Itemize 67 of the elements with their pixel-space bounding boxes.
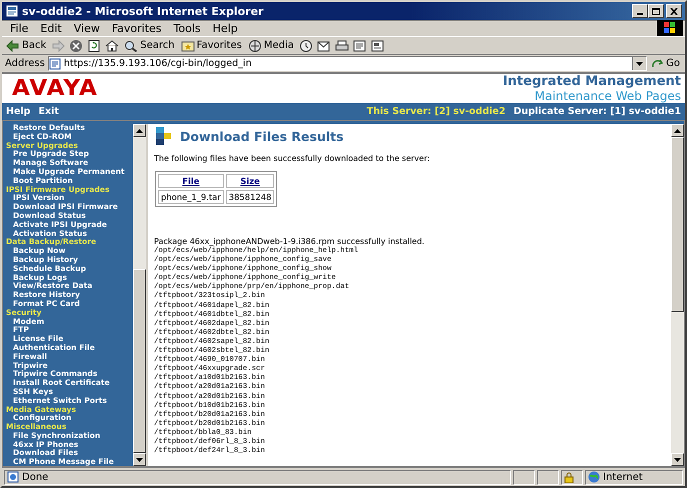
scroll-up-button[interactable] [671, 124, 684, 137]
menu-item[interactable]: Edit [34, 22, 68, 34]
intro-text: The following files have been successfully downloaded to the server: [154, 154, 431, 163]
back-button[interactable]: Back [5, 38, 48, 54]
duplicate-server-label: Duplicate Server: [1] sv-oddie1 [513, 106, 681, 117]
mail-icon[interactable] [316, 40, 331, 52]
down-arrow-icon [136, 458, 143, 462]
this-server-label: This Server: [2] sv-oddie2 [366, 106, 506, 117]
close-button[interactable] [666, 4, 682, 18]
page-icon [7, 471, 19, 483]
go-button[interactable]: Go [650, 58, 682, 69]
back-arrow-icon [6, 40, 20, 52]
logo: AVAYA [12, 76, 98, 101]
favorites-button[interactable]: Favorites [180, 38, 243, 54]
go-arrow-icon [652, 58, 664, 68]
window-title: sv-oddie2 - Microsoft Internet Explorer [22, 4, 264, 18]
scrollbar-thumb[interactable] [671, 137, 684, 312]
scroll-up-button[interactable] [133, 124, 146, 137]
page-title: Download Files Results [180, 128, 344, 144]
app-subtitle: Maintenance Web Pages [534, 89, 681, 103]
menu-item[interactable]: File [4, 22, 34, 34]
menu-item[interactable]: Help [206, 22, 244, 34]
page-icon [5, 4, 19, 18]
search-button[interactable]: Search [123, 38, 176, 54]
page-icon [48, 58, 61, 70]
refresh-icon[interactable] [87, 40, 102, 52]
column-header-link[interactable]: File [182, 176, 200, 186]
home-icon[interactable] [105, 40, 120, 52]
globe-icon [588, 471, 600, 483]
up-arrow-icon [136, 128, 143, 132]
app-title: Integrated Management [502, 74, 681, 89]
table-cell: 38581248 [226, 190, 274, 204]
up-arrow-icon [674, 128, 681, 132]
menu-item[interactable]: View [68, 22, 106, 34]
favorites-icon [180, 40, 195, 52]
document-icon[interactable] [370, 40, 385, 52]
media-icon [248, 40, 262, 52]
nav-link[interactable]: Exit [38, 106, 59, 117]
status-text: Done [22, 472, 48, 482]
maximize-button[interactable] [648, 4, 664, 18]
media-button[interactable]: Media [246, 38, 295, 54]
maximize-icon [652, 8, 660, 14]
status-panel [513, 470, 535, 484]
printer-icon[interactable] [334, 40, 349, 52]
history-icon[interactable] [298, 40, 313, 52]
search-icon [124, 40, 138, 52]
table-cell: phone_1_9.tar [158, 190, 224, 204]
close-icon [670, 8, 678, 14]
menu-item[interactable]: Favorites [106, 22, 168, 34]
status-panel [537, 470, 559, 484]
install-message: Package 46xx_ipphoneANDweb-1-9.i386.rpm successfully installed. [154, 237, 426, 246]
menu-item[interactable]: Tools [168, 22, 207, 34]
scrollbar-thumb[interactable] [133, 268, 146, 453]
lock-icon [564, 472, 574, 482]
blocks-logo-icon [156, 127, 172, 145]
address-field[interactable]: https://135.9.193.106/cgi-bin/logged_in [48, 56, 648, 71]
zone-label: Internet [603, 472, 643, 482]
windows-flag-icon [657, 20, 683, 36]
dropdown-arrow-icon[interactable] [636, 62, 644, 66]
address-label: Address [5, 58, 45, 69]
down-arrow-icon [674, 458, 681, 462]
minimize-button[interactable] [632, 4, 648, 18]
stop-icon[interactable] [69, 40, 84, 52]
scroll-down-button[interactable] [671, 453, 684, 466]
scroll-down-button[interactable] [133, 453, 146, 466]
nav-link[interactable]: Help [6, 106, 30, 117]
edit-icon[interactable] [352, 40, 367, 52]
